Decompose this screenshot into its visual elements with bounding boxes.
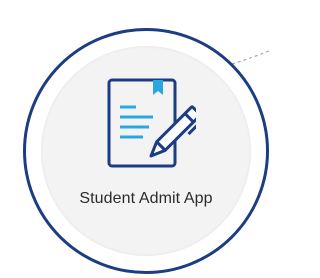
student-admit-app-tile[interactable]: Student Admit App (23, 28, 269, 274)
app-tile-inner: Student Admit App (41, 46, 251, 256)
app-canvas: Student Admit App (0, 0, 271, 278)
document-with-pen-icon (107, 78, 196, 168)
app-tile-label: Student Admit App (79, 190, 213, 207)
